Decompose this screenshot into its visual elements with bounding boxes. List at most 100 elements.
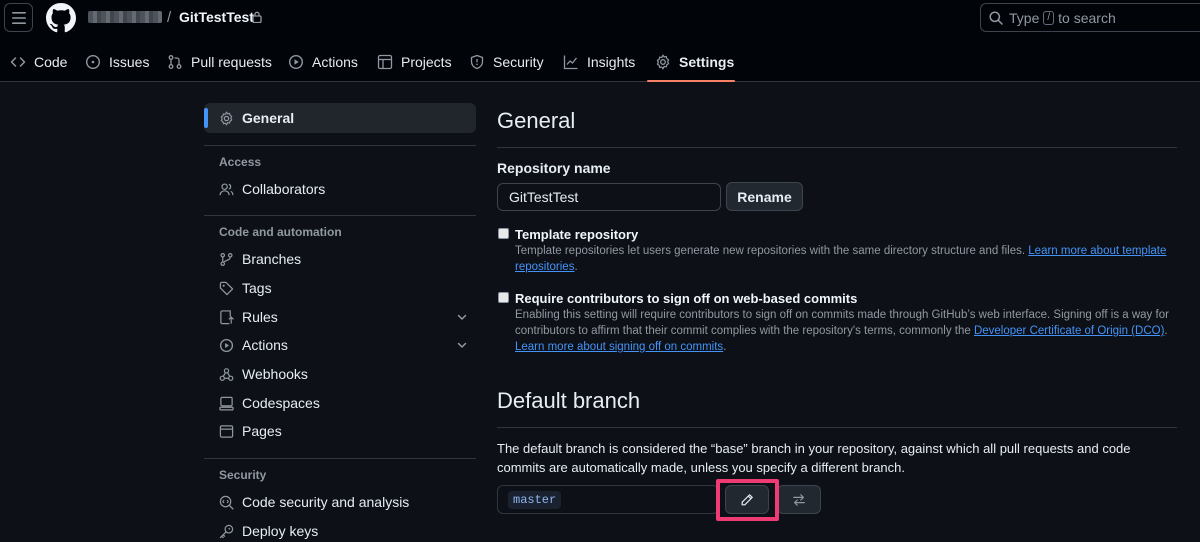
sidebar-item-general[interactable]: General <box>204 103 476 133</box>
template-repo-title: Template repository <box>515 227 639 242</box>
sidebar-item-label: Code security and analysis <box>242 494 410 510</box>
sidebar-section-code-automation: Code and automation <box>219 225 342 239</box>
tab-label: Actions <box>312 54 358 70</box>
arrow-switch-icon <box>793 493 805 506</box>
template-desc-end: . <box>574 261 578 273</box>
default-branch-divider <box>497 427 1177 428</box>
active-indicator <box>204 108 208 128</box>
codescan-icon <box>219 495 234 510</box>
signoff-title: Require contributors to sign off on web-… <box>515 291 858 306</box>
sidebar-item-tags[interactable]: Tags <box>204 273 476 303</box>
signoff-desc-end: . <box>723 341 727 353</box>
search-icon <box>989 10 1003 25</box>
owner-name-redacted[interactable] <box>88 11 162 23</box>
tab-code[interactable]: Code <box>10 42 67 82</box>
sidebar-item-label: Tags <box>242 280 272 296</box>
highlight-box <box>716 479 779 521</box>
search-shortcut-key: / <box>1043 10 1055 25</box>
menu-button[interactable] <box>4 3 33 32</box>
breadcrumb-separator: / <box>167 9 172 26</box>
github-logo-icon[interactable] <box>46 3 76 33</box>
lock-icon <box>252 11 262 23</box>
default-branch-field: master <box>497 485 719 514</box>
rename-button[interactable]: Rename <box>726 182 803 211</box>
shield-icon <box>470 54 484 70</box>
sidebar-item-label: Deploy keys <box>242 523 319 539</box>
sidebar-item-deploy-keys[interactable]: Deploy keys <box>204 516 476 542</box>
template-repo-description: Template repositories let users generate… <box>515 243 1175 275</box>
active-tab-underline <box>647 80 735 82</box>
sidebar-divider <box>204 215 476 216</box>
tab-settings[interactable]: Settings <box>655 42 734 82</box>
template-repo-checkbox[interactable] <box>498 228 509 239</box>
search-placeholder-prefix: Type <box>1009 9 1040 26</box>
sidebar-item-label: Pages <box>242 423 282 439</box>
tab-label: Security <box>493 54 544 70</box>
tab-actions[interactable]: Actions <box>288 42 358 82</box>
global-header: / GitTestTest Type / to search Code Issu… <box>0 0 1200 82</box>
webhook-icon <box>219 367 234 381</box>
title-divider <box>497 147 1177 148</box>
sidebar-item-branches[interactable]: Branches <box>204 244 476 274</box>
pull-request-icon <box>168 55 182 69</box>
tab-label: Insights <box>587 54 636 70</box>
tab-security[interactable]: Security <box>469 42 544 82</box>
tab-label: Settings <box>679 54 735 70</box>
sidebar-item-code-security[interactable]: Code security and analysis <box>204 487 476 517</box>
tab-label: Projects <box>401 54 452 70</box>
sidebar-item-actions[interactable]: Actions <box>204 330 476 360</box>
page-title: General <box>497 108 576 133</box>
sidebar-item-pages[interactable]: Pages <box>204 416 476 446</box>
signoff-learn-more-link[interactable]: Learn more about signing off on commits <box>515 341 723 353</box>
sidebar-divider <box>204 145 476 146</box>
search-placeholder-suffix: to search <box>1058 9 1116 26</box>
template-desc-text: Template repositories let users generate… <box>515 245 1026 257</box>
issue-icon <box>85 54 101 70</box>
key-icon <box>219 524 234 538</box>
hamburger-icon <box>11 11 26 24</box>
tab-insights[interactable]: Insights <box>563 42 635 82</box>
repo-nav: Code Issues Pull requests Actions Projec… <box>0 42 1200 82</box>
people-icon <box>219 182 234 195</box>
repo-push-icon <box>220 309 234 324</box>
chevron-down-icon <box>457 314 467 320</box>
sidebar-item-label: General <box>242 110 295 126</box>
tab-label: Issues <box>109 54 150 70</box>
sidebar-item-rules[interactable]: Rules <box>204 302 476 332</box>
tag-icon <box>219 281 234 295</box>
repo-name-input[interactable] <box>497 183 721 211</box>
sidebar-item-collaborators[interactable]: Collaborators <box>204 174 476 204</box>
gear-icon <box>656 54 670 70</box>
tab-label: Code <box>34 54 68 70</box>
sidebar-divider <box>204 458 476 459</box>
signoff-desc-mid: . <box>1164 325 1168 337</box>
switch-branch-button[interactable] <box>777 485 821 514</box>
sidebar-item-label: Codespaces <box>242 395 320 411</box>
sidebar-section-security: Security <box>219 468 267 482</box>
sidebar-item-codespaces[interactable]: Codespaces <box>204 388 476 418</box>
gear-icon <box>220 111 233 125</box>
sidebar-item-label: Webhooks <box>242 366 308 382</box>
browser-icon <box>219 424 234 438</box>
play-icon <box>219 338 234 352</box>
repo-name-link[interactable]: GitTestTest <box>179 9 254 25</box>
default-branch-title: Default branch <box>497 388 641 413</box>
codespaces-icon <box>219 396 234 410</box>
tab-projects[interactable]: Projects <box>377 42 452 82</box>
dco-link[interactable]: Developer Certificate of Origin (DCO) <box>974 325 1164 337</box>
branch-name-tag: master <box>508 491 562 509</box>
sidebar-item-label: Branches <box>242 251 302 267</box>
signoff-checkbox[interactable] <box>498 292 509 303</box>
sidebar-item-label: Rules <box>242 309 278 325</box>
tab-label: Pull requests <box>191 54 272 70</box>
tab-issues[interactable]: Issues <box>85 42 149 82</box>
sidebar-item-webhooks[interactable]: Webhooks <box>204 359 476 389</box>
code-icon <box>10 57 26 67</box>
search-input[interactable]: Type / to search <box>980 3 1200 32</box>
signoff-description: Enabling this setting will require contr… <box>515 307 1175 355</box>
tab-pull-requests[interactable]: Pull requests <box>167 42 272 82</box>
repo-name-label: Repository name <box>497 160 611 176</box>
sidebar-item-label: Collaborators <box>242 181 326 197</box>
table-icon <box>377 54 393 70</box>
default-branch-description: The default branch is considered the “ba… <box>497 441 1131 475</box>
